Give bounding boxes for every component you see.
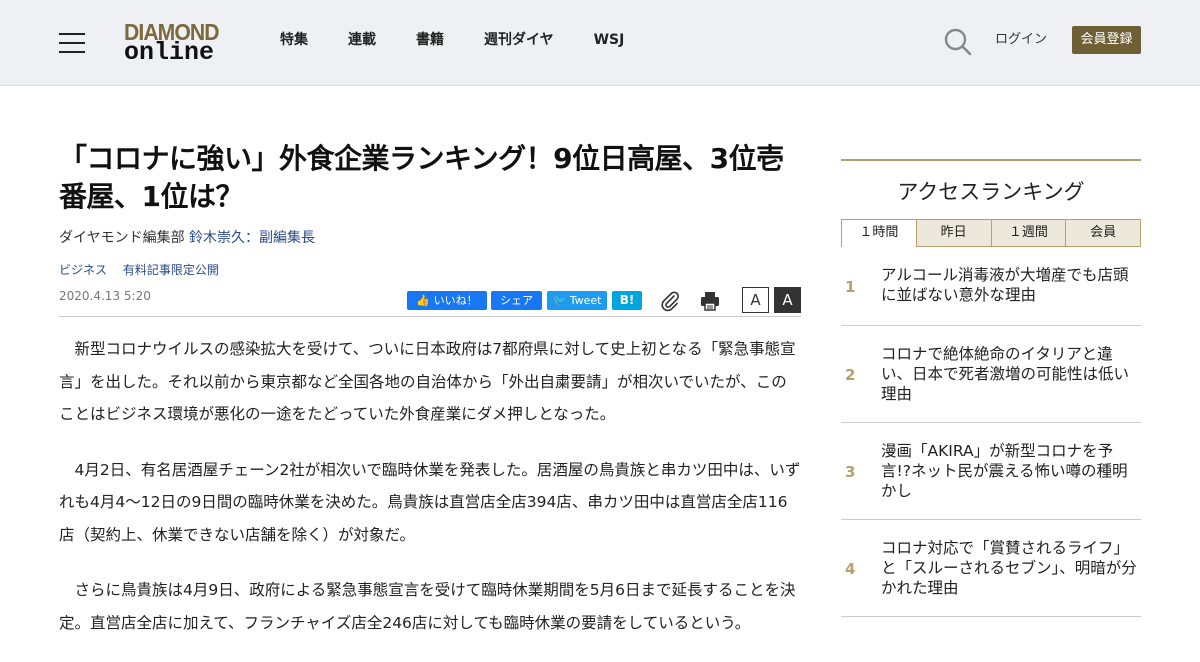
rank-number: 4 xyxy=(845,560,856,578)
article-tags: ビジネス 有料記事限定公開 xyxy=(59,261,801,279)
print-icon[interactable] xyxy=(699,290,721,312)
ranking-item[interactable]: 1 アルコール消毒液が大増産でも店頭に並ばない意外な理由 xyxy=(841,247,1141,326)
tweet-label: Tweet xyxy=(569,294,602,307)
font-size-normal-button[interactable]: A xyxy=(742,287,769,313)
article-meta: 2020.4.13 5:20 👍 いいね！ シェア 🐦 Tweet B! A A xyxy=(59,285,801,317)
register-button[interactable]: 会員登録 xyxy=(1072,26,1141,54)
thumbs-up-icon: 👍 xyxy=(416,294,431,307)
ranking-item[interactable]: 2 コロナで絶体絶命のイタリアと違い、日本で死者激増の可能性は低い理由 xyxy=(841,326,1141,423)
article-body: 新型コロナウイルスの感染拡大を受けて、ついに日本政府は7都府県に対して史上初とな… xyxy=(59,333,801,639)
rank-headline: アルコール消毒液が大増産でも店頭に並ばない意外な理由 xyxy=(881,266,1129,304)
site-header: DIAMOND online 特集 連載 書籍 週刊ダイヤ WSJ ログイン 会… xyxy=(0,0,1200,86)
facebook-share-button[interactable]: シェア xyxy=(491,291,542,310)
tweet-button[interactable]: 🐦 Tweet xyxy=(547,291,607,310)
rank-number: 3 xyxy=(845,463,856,481)
rank-number: 1 xyxy=(845,278,856,296)
byline: ダイヤモンド編集部 鈴木崇久：副編集長 xyxy=(59,228,801,248)
rank-number: 2 xyxy=(845,366,856,384)
search-icon[interactable] xyxy=(943,27,973,57)
main-nav: 特集 連載 書籍 週刊ダイヤ WSJ xyxy=(280,30,664,52)
author-link[interactable]: 鈴木崇久：副編集長 xyxy=(189,230,315,246)
facebook-like-label: いいね！ xyxy=(433,294,478,307)
ranking-tabs: １時間 昨日 １週間 会員 xyxy=(841,219,1141,247)
byline-department: ダイヤモンド編集部 xyxy=(59,230,185,246)
login-link[interactable]: ログイン xyxy=(995,31,1047,49)
ranking-title: アクセスランキング xyxy=(897,180,1085,204)
article-title: 「コロナに強い」外食企業ランキング！9位日高屋、3位壱番屋、1位は？ xyxy=(59,142,784,213)
tag-paid-limited[interactable]: 有料記事限定公開 xyxy=(123,263,219,277)
nav-item-tokushu[interactable]: 特集 xyxy=(280,30,308,52)
font-size-large-button[interactable]: A xyxy=(774,287,801,313)
nav-item-rensai[interactable]: 連載 xyxy=(348,30,376,52)
tag-business[interactable]: ビジネス xyxy=(59,263,107,277)
nav-item-weekly-diamond[interactable]: 週刊ダイヤ xyxy=(484,30,554,52)
hatena-bookmark-button[interactable]: B! xyxy=(612,291,642,310)
site-logo[interactable]: DIAMOND online xyxy=(124,20,228,66)
publish-date: 2020.4.13 5:20 xyxy=(59,289,151,303)
paragraph: 4月2日、有名居酒屋チェーン2社が相次いで臨時休業を発表した。居酒屋の鳥貴族と串… xyxy=(59,460,801,544)
facebook-like-button[interactable]: 👍 いいね！ xyxy=(407,291,487,310)
access-ranking: アクセスランキング １時間 昨日 １週間 会員 1 アルコール消毒液が大増産でも… xyxy=(841,159,1141,617)
ranking-item[interactable]: 3 漫画「AKIRA」が新型コロナを予言!?ネット民が震える怖い噂の種明かし xyxy=(841,423,1141,520)
rank-headline: コロナで絶体絶命のイタリアと違い、日本で死者激増の可能性は低い理由 xyxy=(881,345,1130,403)
twitter-bird-icon: 🐦 xyxy=(552,294,567,307)
tab-1-week[interactable]: １週間 xyxy=(991,219,1067,247)
tab-1-hour[interactable]: １時間 xyxy=(841,219,917,247)
menu-icon[interactable] xyxy=(59,31,85,53)
paragraph: さらに鳥貴族は4月9日、政府による緊急事態宣言を受けて臨時休業期間を5月6日まで… xyxy=(59,581,796,632)
nav-item-shoseki[interactable]: 書籍 xyxy=(416,30,444,52)
paragraph: 新型コロナウイルスの感染拡大を受けて、ついに日本政府は7都府県に対して史上初とな… xyxy=(59,340,796,423)
tab-yesterday[interactable]: 昨日 xyxy=(916,219,992,247)
logo-bottom-text: online xyxy=(124,38,215,67)
rank-headline: コロナ対応で「賞賛されるライフ」と「スルーされるセブン」、明暗が分かれた理由 xyxy=(881,539,1137,597)
clip-icon[interactable] xyxy=(659,290,681,312)
nav-item-wsj[interactable]: WSJ xyxy=(594,30,625,52)
ranking-item[interactable]: 4 コロナ対応で「賞賛されるライフ」と「スルーされるセブン」、明暗が分かれた理由 xyxy=(841,520,1141,617)
tab-members[interactable]: 会員 xyxy=(1066,219,1141,247)
rank-headline: 漫画「AKIRA」が新型コロナを予言!?ネット民が震える怖い噂の種明かし xyxy=(881,442,1128,500)
article: 「コロナに強い」外食企業ランキング！9位日高屋、3位壱番屋、1位は？ ダイヤモン… xyxy=(59,140,801,662)
ranking-list: 1 アルコール消毒液が大増産でも店頭に並ばない意外な理由 2 コロナで絶体絶命の… xyxy=(841,247,1141,617)
